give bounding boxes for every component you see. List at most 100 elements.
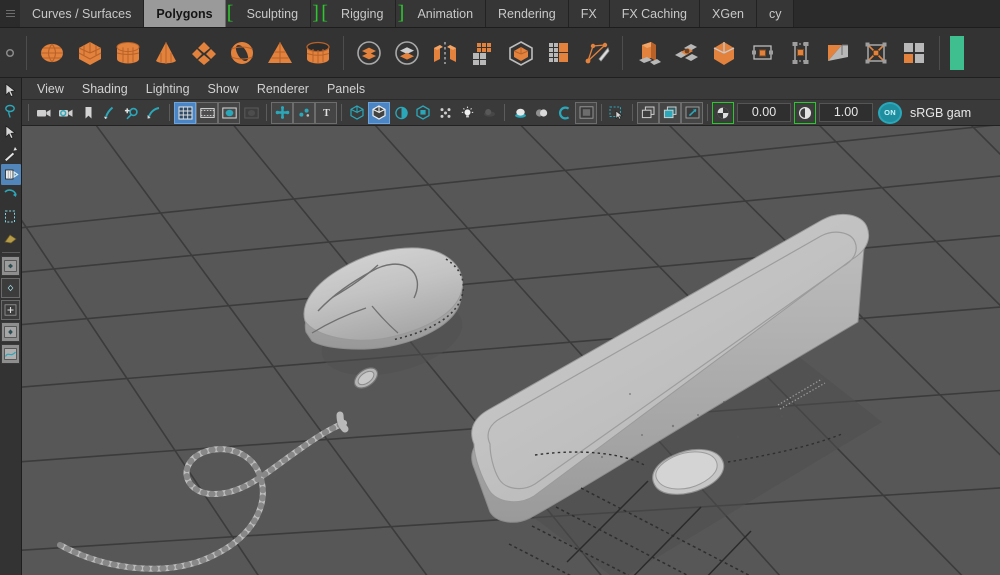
add-pane-icon[interactable] [1,300,20,320]
text-display-icon[interactable]: T [315,102,337,124]
separate-icon[interactable] [388,33,426,73]
shadows-icon[interactable] [478,102,500,124]
bevel-icon[interactable] [667,33,705,73]
poly-pyramid-icon[interactable] [261,33,299,73]
exposure-reset-icon[interactable] [681,102,703,124]
extrude-icon[interactable] [629,33,667,73]
mirror-icon[interactable] [426,33,464,73]
shelf-tab-curves-surfaces[interactable]: Curves / Surfaces [20,0,144,27]
depth-of-field-icon[interactable] [575,102,597,124]
poly-sphere-icon[interactable] [33,33,71,73]
poke-icon[interactable] [857,33,895,73]
viewport-menu-bar: ViewShadingLightingShowRendererPanels [22,78,1000,100]
poly-cube-icon[interactable] [71,33,109,73]
gamma-value[interactable]: 1.00 [819,103,873,122]
shelf-tab-fx-caching[interactable]: FX Caching [610,0,700,27]
move-tool-icon[interactable] [1,143,21,164]
view-transform-label[interactable]: sRGB gam [910,106,971,120]
bridge-icon[interactable] [743,33,781,73]
resolution-gate-icon[interactable] [218,102,240,124]
view-transform-toggle[interactable]: ON [878,102,902,124]
exposure-value[interactable]: 0.00 [737,103,791,122]
single-perspective-view-icon[interactable] [1,256,20,276]
toolbox-divider [2,252,20,253]
shelf-tab-bracket-open: [ [320,0,329,27]
append-polygon-icon[interactable] [781,33,819,73]
boolean-icon[interactable] [502,33,540,73]
image-plane-icon[interactable] [99,102,121,124]
gate-mask-icon[interactable] [240,102,262,124]
shelf-tab-xgen[interactable]: XGen [700,0,757,27]
viewport-panel: ViewShadingLightingShowRendererPanels [22,78,1000,575]
smooth-shade-all-icon[interactable] [368,102,390,124]
multi-cut-icon[interactable] [578,33,616,73]
poly-pipe-icon[interactable] [299,33,337,73]
texture-display-icon[interactable] [434,102,456,124]
combine-icon[interactable] [350,33,388,73]
four-view-layout-icon[interactable] [1,278,20,298]
shelf-icon-bar [0,28,1000,78]
shelf-tab-rendering[interactable]: Rendering [486,0,569,27]
camera-attributes-icon[interactable] [55,102,77,124]
poly-torus-icon[interactable] [223,33,261,73]
shelf-tab-sculpting[interactable]: Sculpting [235,0,311,27]
shelf-tab-bracket-close: ] [311,0,320,27]
xray-toggle-icon[interactable] [637,102,659,124]
bookmark-icon[interactable] [77,102,99,124]
film-gate-icon[interactable] [196,102,218,124]
poly-cylinder-icon[interactable] [109,33,147,73]
lasso-tool-icon[interactable] [1,101,21,122]
last-tool-used-icon[interactable] [1,206,21,227]
xray-active-icon[interactable] [659,102,681,124]
viewport-toolbar-separator [169,104,170,121]
poly-plane-icon[interactable] [185,33,223,73]
select-camera-icon[interactable] [33,102,55,124]
viewport-toolbar-separator [632,104,633,121]
shelf-overflow-marker[interactable] [950,36,964,70]
gamma-icon[interactable] [794,102,816,124]
shelf-tab-fx[interactable]: FX [569,0,610,27]
wedge-icon[interactable] [819,33,857,73]
oculus-icon[interactable] [143,102,165,124]
reduce-icon[interactable] [540,33,578,73]
shelf-drag-grip[interactable] [0,0,20,27]
shade-x-ray-icon[interactable] [390,102,412,124]
panel-menu-shading[interactable]: Shading [73,78,137,100]
exposure-icon[interactable] [712,102,734,124]
poly-cone-icon[interactable] [147,33,185,73]
isolate-select-icon[interactable] [606,102,628,124]
wireframe-on-shaded-icon[interactable] [412,102,434,124]
panel-menu-panels[interactable]: Panels [318,78,374,100]
shelf-tab-cy[interactable]: cy [757,0,795,27]
two-d-pan-zoom-icon[interactable] [121,102,143,124]
xray-joints-icon[interactable] [271,102,293,124]
perspective-viewport[interactable] [22,126,1000,575]
panel-menu-view[interactable]: View [28,78,73,100]
use-all-lights-icon[interactable] [456,102,478,124]
wireframe-shading-icon[interactable] [346,102,368,124]
merge-icon[interactable] [705,33,743,73]
toolbox-sidebar [0,78,22,575]
panel-menu-show[interactable]: Show [199,78,248,100]
scale-tool-icon[interactable] [1,185,21,206]
paint-select-tool-icon[interactable] [1,122,21,143]
panel-menu-renderer[interactable]: Renderer [248,78,318,100]
shelf-options-gear-icon[interactable] [0,47,20,59]
shelf-tab-animation[interactable]: Animation [405,0,486,27]
grid-toggle-icon[interactable] [174,102,196,124]
shelf-tab-rigging[interactable]: Rigging [329,0,396,27]
multisample-aa-icon[interactable] [553,102,575,124]
graph-editor-layout-icon[interactable] [1,344,20,364]
screen-space-ao-icon[interactable] [509,102,531,124]
shelf-separator [939,36,940,70]
quadrangulate-icon[interactable] [895,33,933,73]
persp-outliner-layout-icon[interactable] [1,322,20,342]
select-tool-icon[interactable] [1,80,21,101]
panel-menu-lighting[interactable]: Lighting [137,78,199,100]
shelf-tab-polygons[interactable]: Polygons [144,0,225,27]
soft-select-icon[interactable] [1,227,21,248]
xray-components-icon[interactable] [293,102,315,124]
smooth-icon[interactable] [464,33,502,73]
motion-blur-icon[interactable] [531,102,553,124]
rotate-tool-icon[interactable] [1,164,21,185]
